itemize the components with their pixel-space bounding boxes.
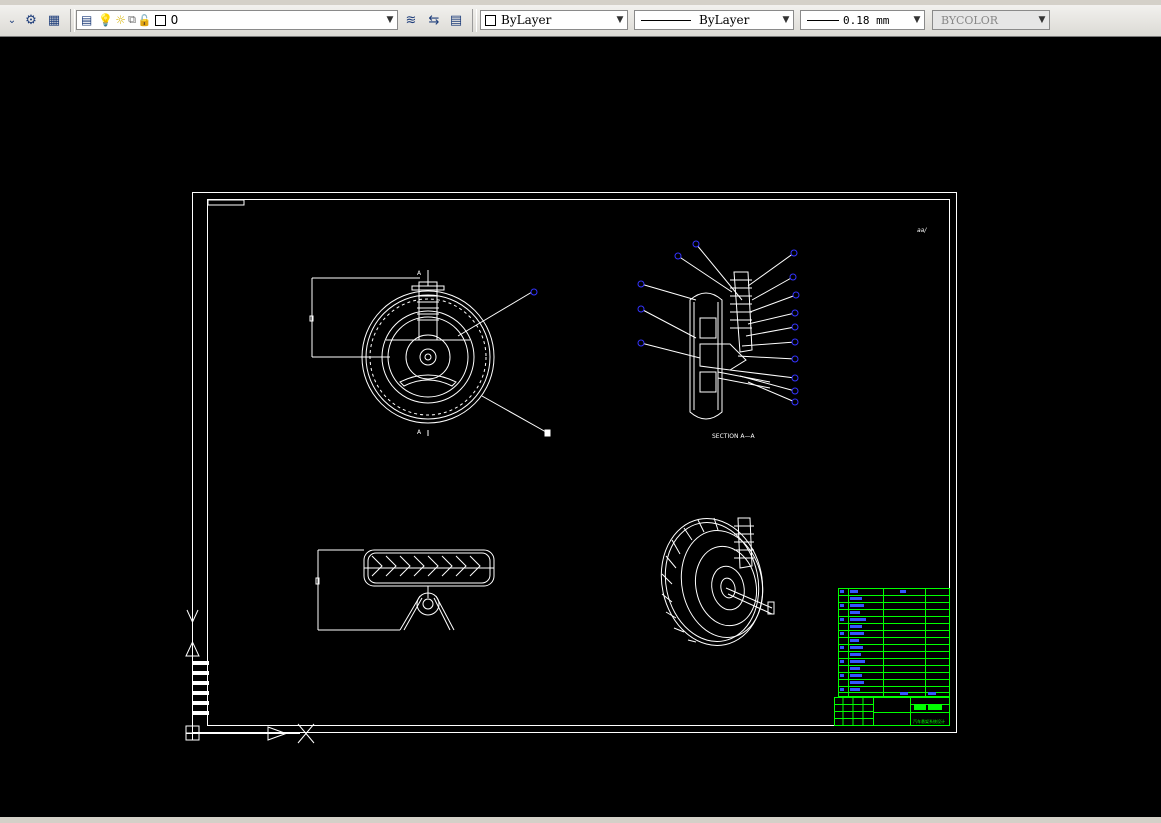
status-strip — [0, 817, 1161, 823]
layer-previous-icon[interactable]: ⇆ — [424, 9, 444, 31]
chevron-down-icon[interactable]: ▼ — [613, 11, 627, 29]
lineweight-combo[interactable]: 0.18 mm ▼ — [800, 10, 925, 30]
front-view — [309, 270, 547, 436]
chevron-down-icon[interactable]: ▼ — [779, 11, 793, 29]
plotstyle-combo: BYCOLOR ▼ — [932, 10, 1050, 30]
linetype-combo[interactable]: ByLayer ▼ — [634, 10, 794, 30]
bulb-icon: 💡 — [98, 13, 114, 27]
make-current-layer-icon[interactable]: ≋ — [401, 9, 421, 31]
viewport-freeze-icon: ⧉ — [128, 13, 136, 26]
lineweight-value: 0.18 mm — [843, 13, 890, 27]
layer-states-icon[interactable]: ▦ — [44, 9, 64, 31]
chevron-down-icon[interactable]: ▼ — [910, 11, 924, 29]
color-swatch — [485, 14, 496, 26]
layer-color-swatch — [154, 14, 166, 26]
balloon — [530, 288, 538, 296]
isometric-view — [660, 517, 775, 646]
chevron-down-icon[interactable]: ▼ — [383, 11, 397, 29]
linetype-value: ByLayer — [699, 13, 750, 27]
layer-match-icon[interactable]: ▤ — [446, 9, 466, 31]
layer-name: 0 — [170, 13, 179, 27]
title-block-text: 汽车悬架系统设计 — [913, 718, 945, 724]
balloon — [544, 429, 551, 437]
chevron-down-icon: ▼ — [1038, 15, 1046, 25]
section-label: SECTION A—A — [712, 433, 755, 440]
layer-properties-icon[interactable]: ⚙ — [21, 9, 41, 31]
section-mark-top: A — [417, 270, 422, 277]
layer-combo[interactable]: ▤ 💡 ☼ ⧉ 🔓 0 ▼ — [76, 10, 398, 30]
lineweight-preview — [807, 19, 839, 21]
lock-open-icon: 🔓 — [137, 13, 152, 27]
color-combo[interactable]: ByLayer ▼ — [480, 10, 628, 30]
properties-toolbar: ⌄ ⚙ ▦ ▤ 💡 ☼ ⧉ 🔓 0 ▼ ≋ ⇆ ▤ ByLayer ▼ ByLa… — [0, 5, 1161, 37]
ucs-icon — [185, 609, 315, 744]
scale-note: aa/ — [917, 227, 927, 234]
top-view — [315, 549, 495, 631]
section-view — [640, 243, 797, 420]
chevron-down-icon[interactable]: ⌄ — [2, 9, 22, 31]
sun-icon: ☼ — [115, 13, 127, 27]
section-mark-bottom: A — [417, 429, 422, 436]
drawing-canvas[interactable]: A A SECTION A—A aa/ 汽车悬架系统设计 — [0, 37, 1161, 817]
linetype-preview — [641, 19, 691, 21]
color-value: ByLayer — [501, 13, 552, 27]
frame-tag — [207, 199, 245, 206]
layer-manager-icon: ▤ — [81, 13, 93, 27]
plotstyle-value: BYCOLOR — [941, 13, 998, 27]
